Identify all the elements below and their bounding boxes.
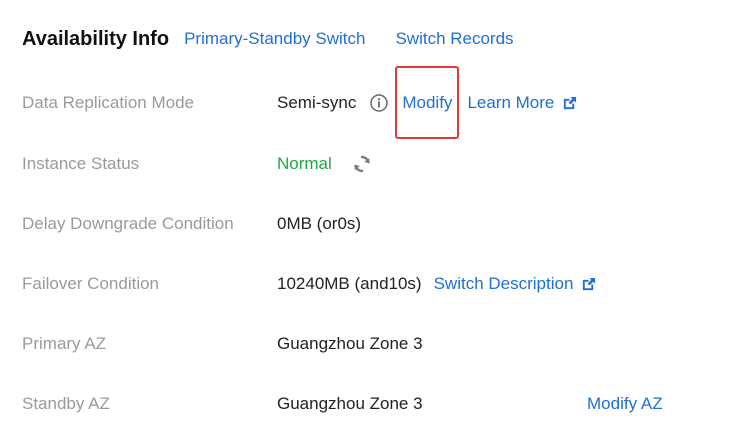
row-standby-az: Standby AZ Guangzhou Zone 3 Modify AZ — [22, 389, 722, 419]
row-data-replication-mode: Data Replication Mode Semi-sync Modify L… — [22, 66, 722, 139]
modify-az-link[interactable]: Modify AZ — [587, 394, 663, 414]
data-replication-mode-label: Data Replication Mode — [22, 93, 194, 112]
availability-info-panel: Availability Info Primary-Standby Switch… — [0, 0, 731, 438]
modify-replication-mode-link[interactable]: Modify — [402, 93, 452, 112]
primary-standby-switch-link[interactable]: Primary-Standby Switch — [184, 29, 365, 49]
primary-az-label: Primary AZ — [22, 334, 107, 353]
external-link-icon — [583, 277, 596, 290]
primary-az-value: Guangzhou Zone 3 — [277, 334, 423, 353]
learn-more-link[interactable]: Learn More — [467, 93, 577, 113]
failover-condition-label: Failover Condition — [22, 274, 160, 293]
section-header: Availability Info Primary-Standby Switch… — [22, 24, 544, 54]
switch-description-link[interactable]: Switch Description — [434, 274, 597, 294]
standby-az-value: Guangzhou Zone 3 — [277, 394, 423, 413]
instance-status-label: Instance Status — [22, 154, 140, 173]
row-instance-status: Instance Status Normal — [22, 149, 722, 179]
instance-status-value: Normal — [277, 154, 332, 173]
delay-downgrade-condition-label: Delay Downgrade Condition — [22, 214, 234, 233]
learn-more-label: Learn More — [467, 93, 555, 112]
instance-status-value-group: Normal — [277, 154, 372, 174]
info-icon[interactable] — [370, 94, 389, 112]
standby-az-label: Standby AZ — [22, 394, 110, 413]
external-link-icon — [564, 96, 577, 109]
data-replication-mode-value-group: Semi-sync Modify Learn More — [277, 66, 577, 139]
row-primary-az: Primary AZ Guangzhou Zone 3 — [22, 329, 722, 359]
row-delay-downgrade-condition: Delay Downgrade Condition 0MB (or0s) — [22, 209, 722, 239]
row-failover-condition: Failover Condition 10240MB (and10s) Swit… — [22, 269, 722, 299]
section-title: Availability Info — [22, 27, 170, 50]
switch-records-link[interactable]: Switch Records — [395, 29, 513, 49]
failover-condition-value: 10240MB (and10s) — [277, 274, 422, 293]
failover-condition-value-group: 10240MB (and10s) Switch Description — [277, 274, 596, 294]
switch-description-label: Switch Description — [433, 274, 574, 293]
refresh-icon[interactable] — [352, 154, 372, 174]
modify-highlight-box: Modify — [395, 66, 460, 139]
data-replication-mode-value: Semi-sync — [277, 93, 357, 112]
delay-downgrade-condition-value: 0MB (or0s) — [277, 214, 362, 233]
